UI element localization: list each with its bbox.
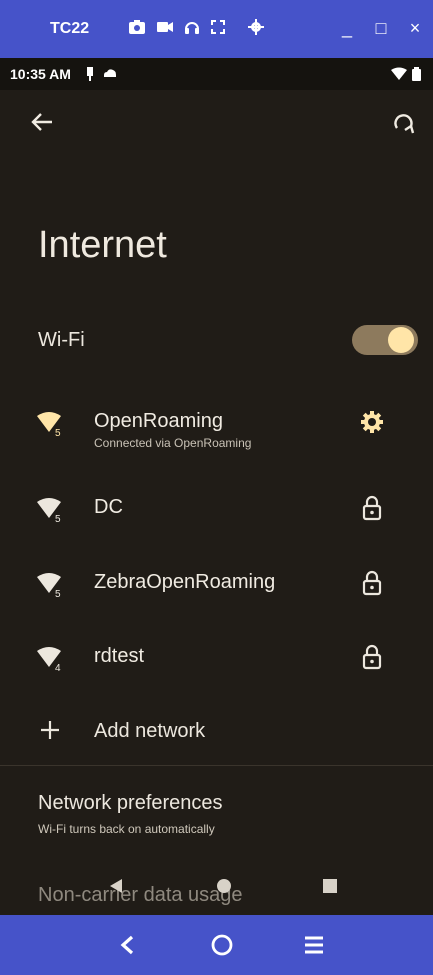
add-network-row[interactable]: Add network	[0, 700, 433, 760]
svg-text:5: 5	[55, 589, 61, 599]
page-title: Internet	[38, 224, 167, 266]
battery-icon	[412, 67, 421, 81]
wifi-label: Wi-Fi	[38, 329, 85, 351]
back-nav-icon[interactable]	[112, 929, 144, 961]
network-item-dc[interactable]: 5 DC	[0, 478, 433, 538]
wifi-signal-icon: 5	[37, 573, 61, 599]
status-bar: 10:35 AM	[0, 58, 433, 90]
usb-icon	[87, 67, 93, 81]
network-preferences-subtitle: Wi-Fi turns back on automatically	[38, 822, 215, 836]
lock-icon	[362, 495, 382, 521]
network-name: OpenRoaming	[94, 410, 223, 432]
network-item-rdtest[interactable]: 4 rdtest	[0, 627, 433, 687]
minimize-button[interactable]: _	[337, 18, 357, 38]
overlay-nav-ghost	[0, 874, 433, 898]
network-item-openroaming[interactable]: 5 OpenRoaming Connected via OpenRoaming	[0, 392, 433, 452]
gear-icon[interactable]	[358, 408, 386, 436]
wifi-toggle-row[interactable]: Wi-Fi	[0, 312, 433, 368]
wifi-status-icon	[391, 67, 407, 80]
settings-gear-icon[interactable]	[248, 19, 264, 35]
network-status: Connected via OpenRoaming	[94, 436, 252, 450]
network-preferences-title: Network preferences	[38, 792, 223, 814]
plus-icon	[41, 721, 59, 739]
svg-text:5: 5	[55, 514, 61, 524]
network-name: DC	[94, 496, 123, 518]
wifi-signal-icon: 5	[37, 498, 61, 524]
close-button[interactable]: ×	[405, 18, 425, 38]
svg-text:4: 4	[55, 663, 61, 673]
lock-icon	[362, 570, 382, 596]
network-name: ZebraOpenRoaming	[94, 571, 276, 593]
status-time: 10:35 AM	[10, 66, 71, 82]
wifi-toggle-switch[interactable]	[352, 322, 420, 356]
wifi-signal-icon: 5	[37, 412, 61, 438]
app-bar	[0, 100, 433, 144]
emulator-title-bar: TC22 _ □ ×	[0, 0, 433, 58]
lock-icon	[362, 644, 382, 670]
refresh-icon[interactable]	[387, 106, 419, 138]
network-item-zebraopenroaming[interactable]: 5 ZebraOpenRoaming	[0, 553, 433, 613]
toggle-thumb	[388, 327, 414, 353]
emulator-title: TC22	[50, 20, 90, 37]
back-triangle-icon	[110, 879, 122, 893]
navigation-bar	[0, 915, 433, 975]
video-icon[interactable]	[156, 19, 174, 35]
cloud-icon	[104, 69, 116, 77]
wifi-signal-icon: 4	[37, 647, 61, 673]
fullscreen-icon[interactable]	[210, 19, 226, 35]
menu-nav-icon[interactable]	[298, 929, 330, 961]
headphones-icon[interactable]	[184, 19, 200, 35]
network-name: rdtest	[94, 645, 145, 667]
camera-icon[interactable]	[128, 19, 146, 35]
maximize-button[interactable]: □	[371, 18, 391, 38]
add-network-label: Add network	[94, 720, 206, 742]
home-dot-icon	[217, 879, 231, 893]
recents-square-icon	[323, 879, 337, 893]
back-arrow-icon[interactable]	[26, 106, 58, 138]
divider	[0, 765, 433, 766]
svg-text:5: 5	[55, 428, 61, 438]
home-nav-icon[interactable]	[206, 929, 238, 961]
